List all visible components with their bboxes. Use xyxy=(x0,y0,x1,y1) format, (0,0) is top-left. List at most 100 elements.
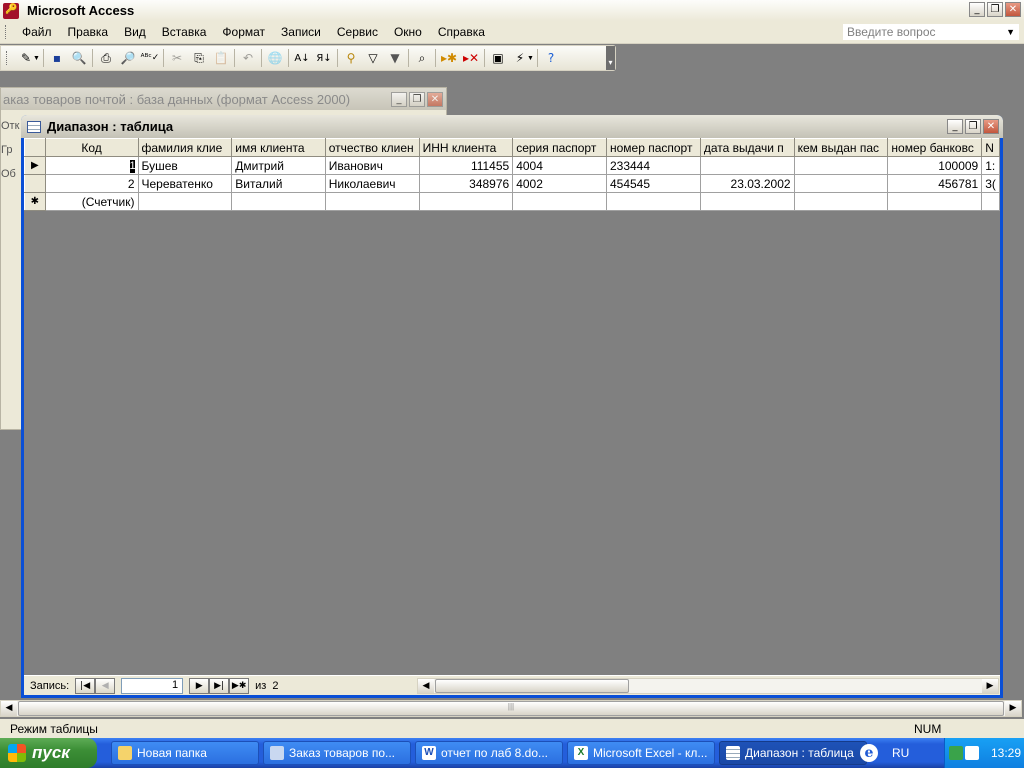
print-preview-icon[interactable]: 🔎 xyxy=(117,47,139,69)
table-cell[interactable]: 456781 xyxy=(887,174,983,193)
sort-descending-icon[interactable]: Я↓ xyxy=(313,47,335,69)
toolbar-grip[interactable] xyxy=(6,51,9,65)
table-cell[interactable] xyxy=(231,192,326,211)
new-record-icon[interactable]: ✱ xyxy=(24,192,46,211)
column-header[interactable]: N xyxy=(981,138,1000,157)
column-header[interactable]: кем выдан пас xyxy=(793,138,889,157)
toolbar-options-icon[interactable]: ▾ xyxy=(606,46,615,70)
table-minimize-button[interactable]: _ xyxy=(947,119,963,134)
app-restore-button[interactable]: ❐ xyxy=(987,2,1003,17)
view-dropdown-icon[interactable]: ▼ xyxy=(33,55,41,62)
db-restore-button[interactable]: ❐ xyxy=(409,92,425,107)
print-icon[interactable]: ⎙ xyxy=(95,47,117,69)
column-header[interactable]: Код xyxy=(44,138,139,157)
language-indicator[interactable]: RU xyxy=(892,746,909,760)
scroll-thumb[interactable] xyxy=(435,679,629,693)
table-cell[interactable] xyxy=(512,192,607,211)
network-icon[interactable] xyxy=(949,746,963,760)
table-close-button[interactable]: ✕ xyxy=(983,119,999,134)
clock[interactable]: 13:29 xyxy=(991,746,1021,760)
table-cell[interactable] xyxy=(793,192,889,211)
column-header[interactable]: дата выдачи п xyxy=(699,138,795,157)
column-header[interactable]: имя клиента xyxy=(231,138,326,157)
save-icon[interactable]: ▪ xyxy=(46,47,68,69)
task-word-doc[interactable]: W отчет по лаб 8.do... xyxy=(415,741,563,765)
menu-tools[interactable]: Сервис xyxy=(329,23,386,41)
table-cell[interactable]: 111455 xyxy=(418,156,514,175)
menu-file[interactable]: Файл xyxy=(14,23,60,41)
table-cell[interactable]: Бушев xyxy=(137,156,233,175)
table-cell[interactable]: 454545 xyxy=(605,174,701,193)
table-cell[interactable] xyxy=(887,192,983,211)
filter-by-form-icon[interactable]: ▽ xyxy=(362,47,384,69)
column-header[interactable]: номер паспорт xyxy=(605,138,701,157)
column-header[interactable]: фамилия клие xyxy=(137,138,233,157)
task-access-db[interactable]: Заказ товаров по... xyxy=(263,741,411,765)
table-cell[interactable] xyxy=(699,192,795,211)
last-record-icon[interactable]: ▶| xyxy=(209,677,230,694)
scroll-right-icon[interactable]: ▶ xyxy=(1005,701,1021,716)
column-header[interactable]: серия паспорт xyxy=(512,138,607,157)
column-header[interactable]: отчество клиен xyxy=(324,138,420,157)
help-icon[interactable]: ? xyxy=(540,47,562,69)
menu-edit[interactable]: Правка xyxy=(60,23,117,41)
hyperlink-icon[interactable]: 🌐 xyxy=(264,47,286,69)
table-cell[interactable]: 233444 xyxy=(605,156,701,175)
task-excel[interactable]: X Microsoft Excel - кл... xyxy=(567,741,715,765)
table-cell[interactable] xyxy=(137,192,233,211)
menu-view[interactable]: Вид xyxy=(116,23,154,41)
next-record-icon[interactable]: ▶ xyxy=(189,677,210,694)
table-cell[interactable]: 23.03.2002 xyxy=(699,174,795,193)
table-cell[interactable]: 2 xyxy=(44,174,139,193)
media-player-icon[interactable] xyxy=(965,746,979,760)
menu-insert[interactable]: Вставка xyxy=(154,23,215,41)
spelling-icon[interactable]: ᴬᴮᶜ✓ xyxy=(139,47,161,69)
new-object-dropdown-icon[interactable]: ▼ xyxy=(527,55,535,62)
table-cell[interactable] xyxy=(418,192,514,211)
menu-help[interactable]: Справка xyxy=(430,23,493,41)
table-cell[interactable] xyxy=(324,192,420,211)
undo-icon[interactable]: ↶ xyxy=(237,47,259,69)
db-groups-label[interactable]: Гр xyxy=(1,144,23,168)
table-cell[interactable]: 348976 xyxy=(418,174,514,193)
scroll-left-icon[interactable]: ◀ xyxy=(1,701,17,716)
apply-filter-icon[interactable]: ▼ xyxy=(384,47,406,69)
table-cell[interactable]: Николаевич xyxy=(324,174,420,193)
table-cell[interactable]: 1: xyxy=(981,156,1000,175)
scroll-thumb[interactable]: ||| xyxy=(18,701,1004,716)
table-cell[interactable] xyxy=(605,192,701,211)
table-window[interactable]: Диапазон : таблица _ ❐ ✕ Код фамилия кли… xyxy=(21,115,1003,698)
table-cell[interactable]: Череватенко xyxy=(137,174,233,193)
cut-icon[interactable]: ✂ xyxy=(166,47,188,69)
table-cell[interactable]: (Счетчик) xyxy=(44,192,139,211)
table-cell[interactable]: 1 xyxy=(44,156,139,175)
select-all-cell[interactable] xyxy=(24,138,46,157)
table-cell[interactable] xyxy=(793,156,889,175)
chevron-down-icon[interactable]: ▼ xyxy=(1006,25,1015,39)
table-cell[interactable]: 100009 xyxy=(887,156,983,175)
datasheet-horizontal-scrollbar[interactable]: ◀ ▶ xyxy=(417,678,999,694)
new-record-nav-icon[interactable]: ▶✱ xyxy=(229,677,250,694)
menubar-grip[interactable] xyxy=(5,25,8,39)
table-cell[interactable]: 4002 xyxy=(512,174,607,193)
db-minimize-button[interactable]: _ xyxy=(391,92,407,107)
menu-window[interactable]: Окно xyxy=(386,23,430,41)
table-cell[interactable] xyxy=(699,156,795,175)
access-key-icon[interactable] xyxy=(3,2,19,19)
paste-icon[interactable]: 📋 xyxy=(210,47,232,69)
record-number-input[interactable]: 1 xyxy=(121,677,184,694)
scroll-left-icon[interactable]: ◀ xyxy=(418,679,434,693)
file-search-icon[interactable]: 🔍 xyxy=(68,47,90,69)
column-header[interactable]: номер банковс xyxy=(887,138,983,157)
task-table[interactable]: Диапазон : таблица xyxy=(719,741,867,765)
record-selector[interactable] xyxy=(24,174,46,193)
task-new-folder[interactable]: Новая папка xyxy=(111,741,259,765)
table-cell[interactable] xyxy=(793,174,889,193)
new-record-icon[interactable]: ▸✱ xyxy=(438,47,460,69)
table-cell[interactable] xyxy=(981,192,1000,211)
start-button[interactable]: пуск xyxy=(0,738,97,768)
table-cell[interactable]: 3( xyxy=(981,174,1000,193)
scroll-right-icon[interactable]: ▶ xyxy=(982,679,998,693)
app-minimize-button[interactable]: _ xyxy=(969,2,985,17)
table-cell[interactable]: Дмитрий xyxy=(231,156,326,175)
